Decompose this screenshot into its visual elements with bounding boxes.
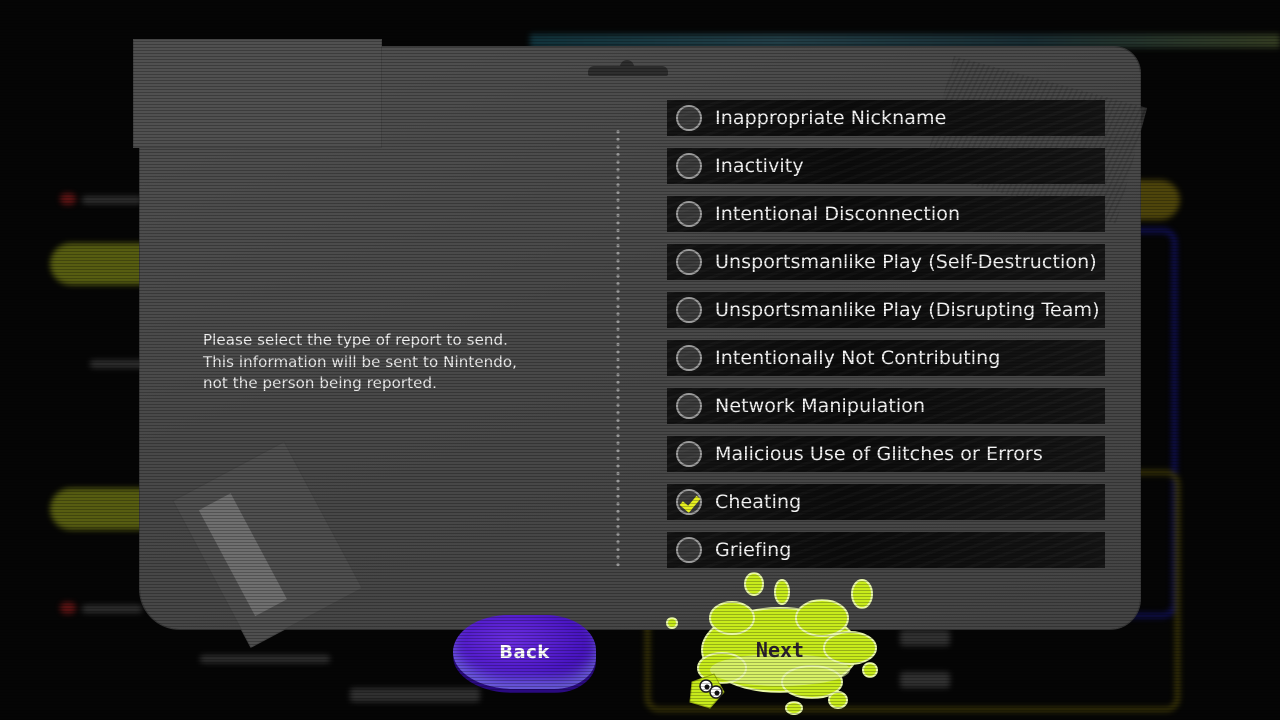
option-label: Unsportsmanlike Play (Self-Destruction) [715, 251, 1097, 273]
background-banner [530, 34, 1280, 48]
header-placeholder [134, 40, 381, 147]
radio-circle-icon[interactable] [676, 537, 702, 563]
radio-circle-icon[interactable] [676, 441, 702, 467]
radio-circle-icon[interactable] [676, 345, 702, 371]
option-network-manipulation[interactable]: Network Manipulation [667, 388, 1105, 424]
background-text [350, 688, 480, 702]
option-label: Inactivity [715, 155, 804, 177]
dotted-separator [616, 128, 620, 568]
instructions-line: This information will be sent to Nintend… [203, 352, 518, 371]
splat-lobe [709, 601, 755, 635]
option-label: Inappropriate Nickname [715, 107, 947, 129]
instructions-line: Please select the type of report to send… [203, 331, 509, 349]
background-icon [60, 193, 76, 205]
option-inactivity[interactable]: Inactivity [667, 148, 1105, 184]
next-button-label: Next [755, 638, 805, 662]
option-label: Griefing [715, 539, 792, 561]
option-label: Intentionally Not Contributing [715, 347, 1001, 369]
back-button[interactable]: Back [453, 615, 596, 689]
clip-icon [588, 60, 668, 76]
option-label: Network Manipulation [715, 395, 926, 417]
splat-drop [828, 691, 848, 709]
option-malicious-glitches[interactable]: Malicious Use of Glitches or Errors [667, 436, 1105, 472]
background-text [200, 655, 330, 663]
option-label: Malicious Use of Glitches or Errors [715, 443, 1043, 465]
splat-drop [862, 662, 878, 678]
radio-circle-icon[interactable] [676, 249, 702, 275]
splat-drop [851, 579, 873, 609]
instructions-line: not the person being reported. [203, 374, 437, 392]
background-text [900, 672, 950, 688]
option-cheating[interactable]: Cheating [667, 484, 1105, 520]
splat-drop [666, 617, 678, 629]
report-type-list: Inappropriate Nickname Inactivity Intent… [667, 100, 1105, 580]
background-text [900, 630, 950, 646]
splat-drop [744, 572, 764, 596]
option-griefing[interactable]: Griefing [667, 532, 1105, 568]
option-label: Unsportsmanlike Play (Disrupting Team) [715, 299, 1100, 321]
splat-lobe [823, 631, 877, 665]
radio-circle-icon[interactable] [676, 201, 702, 227]
radio-circle-icon[interactable] [676, 297, 702, 323]
option-label: Intentional Disconnection [715, 203, 961, 225]
radio-circle-icon[interactable] [676, 105, 702, 131]
radio-circle-icon[interactable] [676, 153, 702, 179]
next-button[interactable]: Next [662, 570, 898, 715]
background-text [82, 605, 142, 613]
option-unsportsmanlike-self-destruction[interactable]: Unsportsmanlike Play (Self-Destruction) [667, 244, 1105, 280]
option-intentional-disconnection[interactable]: Intentional Disconnection [667, 196, 1105, 232]
splat-lobe [795, 599, 849, 637]
option-label: Cheating [715, 491, 802, 513]
back-button-label: Back [499, 642, 550, 663]
checkmark-icon[interactable] [676, 489, 702, 515]
background-text [82, 196, 142, 204]
option-intentionally-not-contributing[interactable]: Intentionally Not Contributing [667, 340, 1105, 376]
report-screen: Please select the type of report to send… [0, 0, 1280, 720]
splat-drop [774, 579, 790, 605]
option-unsportsmanlike-disrupting-team[interactable]: Unsportsmanlike Play (Disrupting Team) [667, 292, 1105, 328]
radio-circle-icon[interactable] [676, 393, 702, 419]
splat-drop [785, 701, 803, 715]
option-inappropriate-nickname[interactable]: Inappropriate Nickname [667, 100, 1105, 136]
background-icon [60, 602, 76, 614]
instructions-text: Please select the type of report to send… [203, 330, 563, 395]
